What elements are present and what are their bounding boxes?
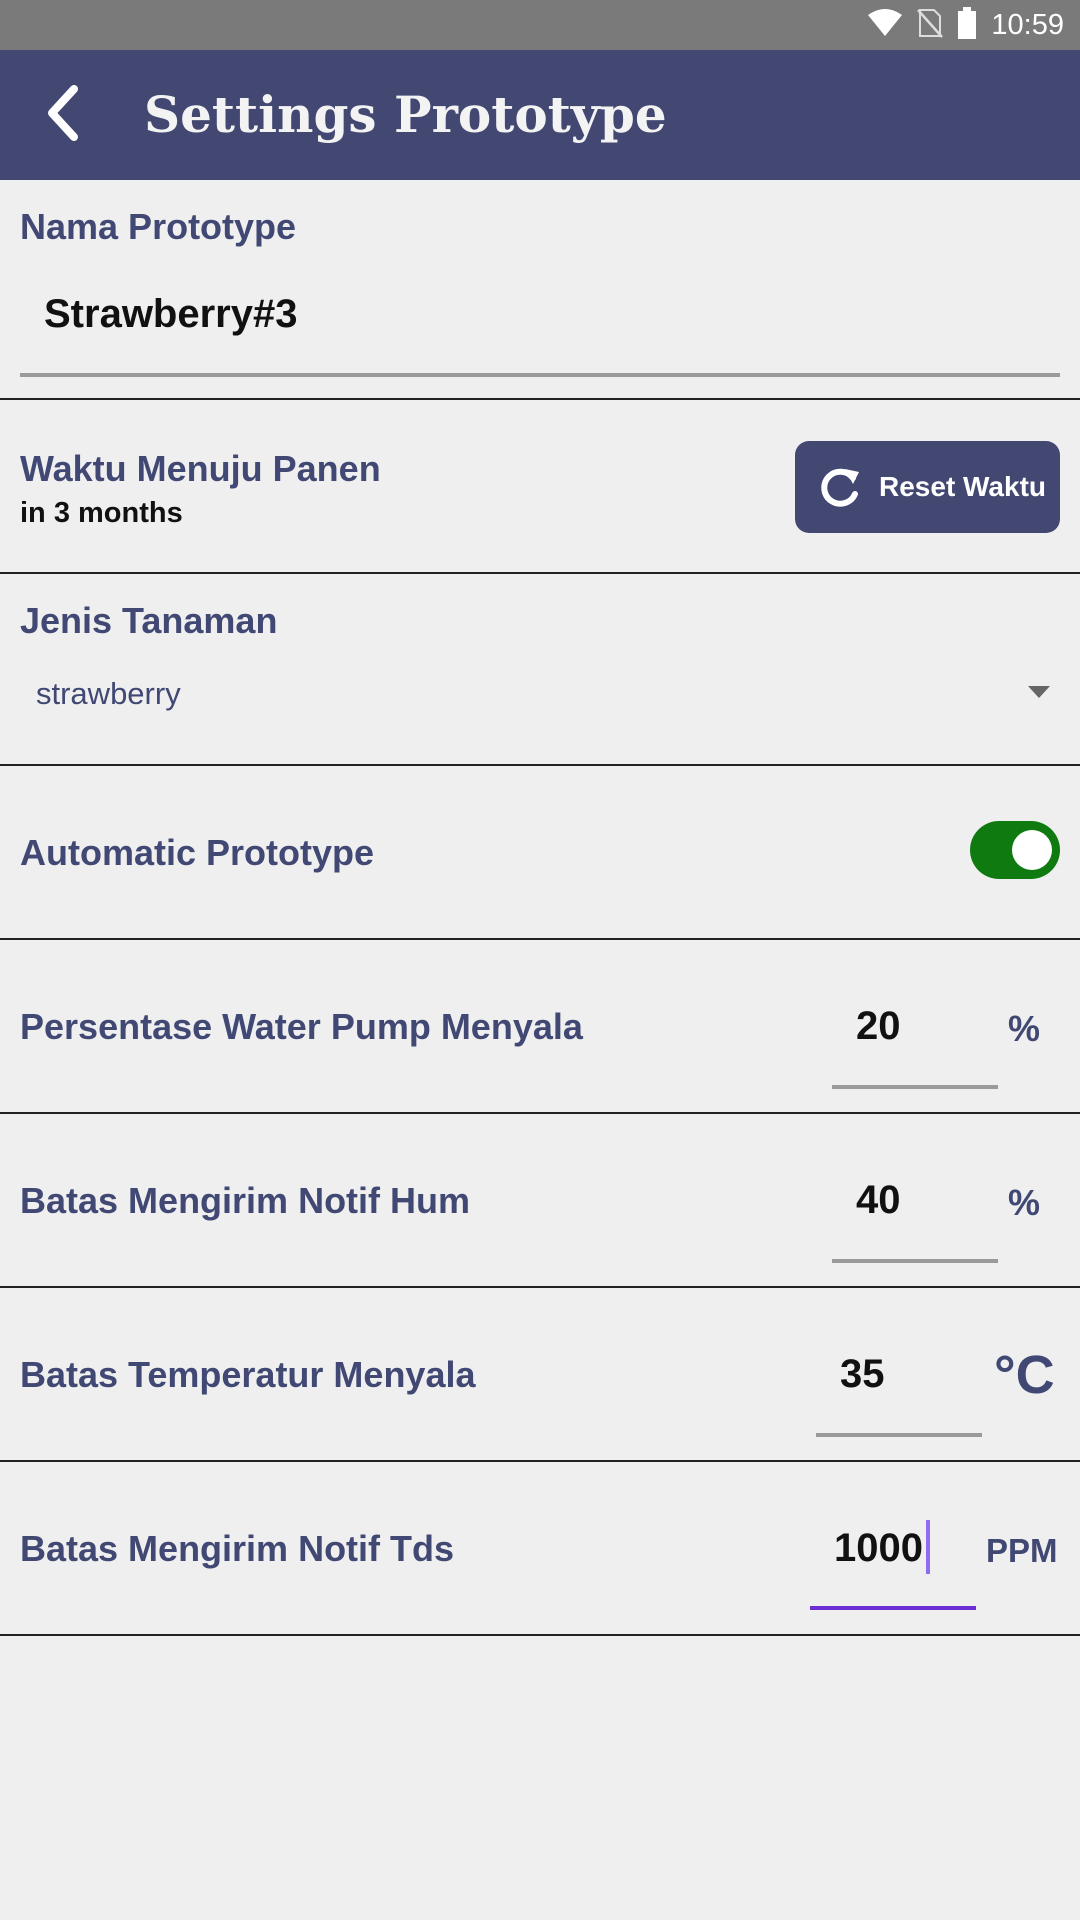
- battery-icon: [957, 6, 977, 44]
- nama-prototype-label: Nama Prototype: [20, 206, 297, 247]
- status-time: 10:59: [991, 8, 1064, 41]
- chevron-left-icon: [42, 84, 82, 146]
- refresh-icon: [819, 466, 861, 508]
- status-bar: 10:59: [0, 0, 1080, 50]
- waktu-panen-label: Waktu Menuju Panen: [20, 448, 381, 489]
- temperatur-underline: [816, 1433, 982, 1437]
- water-pump-underline: [832, 1085, 998, 1089]
- notif-tds-unit: PPM: [986, 1532, 1058, 1569]
- back-button[interactable]: [30, 83, 94, 147]
- water-pump-input[interactable]: 20: [856, 1004, 901, 1049]
- section-notif-tds: Batas Mengirim Notif Tds 1000 PPM: [0, 1462, 1080, 1636]
- section-water-pump: Persentase Water Pump Menyala 20 %: [0, 940, 1080, 1114]
- section-waktu-panen: Waktu Menuju Panen in 3 months Reset Wak…: [0, 400, 1080, 574]
- notif-tds-label: Batas Mengirim Notif Tds: [20, 1528, 455, 1569]
- jenis-tanaman-dropdown[interactable]: strawberry: [0, 654, 1080, 734]
- reset-waktu-label: Reset Waktu: [879, 471, 1047, 502]
- caret-down-icon: [1028, 686, 1050, 704]
- notif-tds-underline: [810, 1606, 976, 1610]
- section-jenis-tanaman: Jenis Tanaman strawberry: [0, 574, 1080, 766]
- reset-waktu-button[interactable]: Reset Waktu: [795, 441, 1060, 533]
- notif-tds-input[interactable]: 1000: [834, 1526, 923, 1571]
- automatic-toggle[interactable]: [970, 821, 1060, 879]
- nama-prototype-underline: [20, 373, 1060, 377]
- no-sim-icon: [917, 8, 944, 43]
- nama-prototype-input[interactable]: Strawberry#3: [44, 292, 297, 337]
- temperatur-unit: °C: [994, 1345, 1055, 1405]
- section-nama-prototype: Nama Prototype Strawberry#3: [0, 180, 1080, 400]
- notif-hum-unit: %: [1008, 1182, 1041, 1223]
- section-automatic: Automatic Prototype: [0, 766, 1080, 940]
- wifi-icon: [867, 8, 903, 42]
- jenis-tanaman-selected: strawberry: [36, 676, 181, 711]
- notif-hum-label: Batas Mengirim Notif Hum: [20, 1180, 471, 1221]
- page-title: Settings Prototype: [144, 85, 667, 144]
- temperatur-input[interactable]: 35: [840, 1352, 885, 1397]
- app-bar: Settings Prototype: [0, 50, 1080, 180]
- water-pump-unit: %: [1008, 1008, 1041, 1049]
- section-temperatur: Batas Temperatur Menyala 35 °C: [0, 1288, 1080, 1462]
- temperatur-label: Batas Temperatur Menyala: [20, 1354, 476, 1395]
- automatic-label: Automatic Prototype: [20, 832, 375, 873]
- toggle-knob: [1012, 830, 1052, 870]
- waktu-panen-value: in 3 months: [20, 497, 183, 529]
- text-cursor: [926, 1520, 930, 1574]
- water-pump-label: Persentase Water Pump Menyala: [20, 1006, 583, 1047]
- notif-hum-input[interactable]: 40: [856, 1178, 901, 1223]
- jenis-tanaman-label: Jenis Tanaman: [20, 600, 278, 641]
- section-notif-hum: Batas Mengirim Notif Hum 40 %: [0, 1114, 1080, 1288]
- notif-hum-underline: [832, 1259, 998, 1263]
